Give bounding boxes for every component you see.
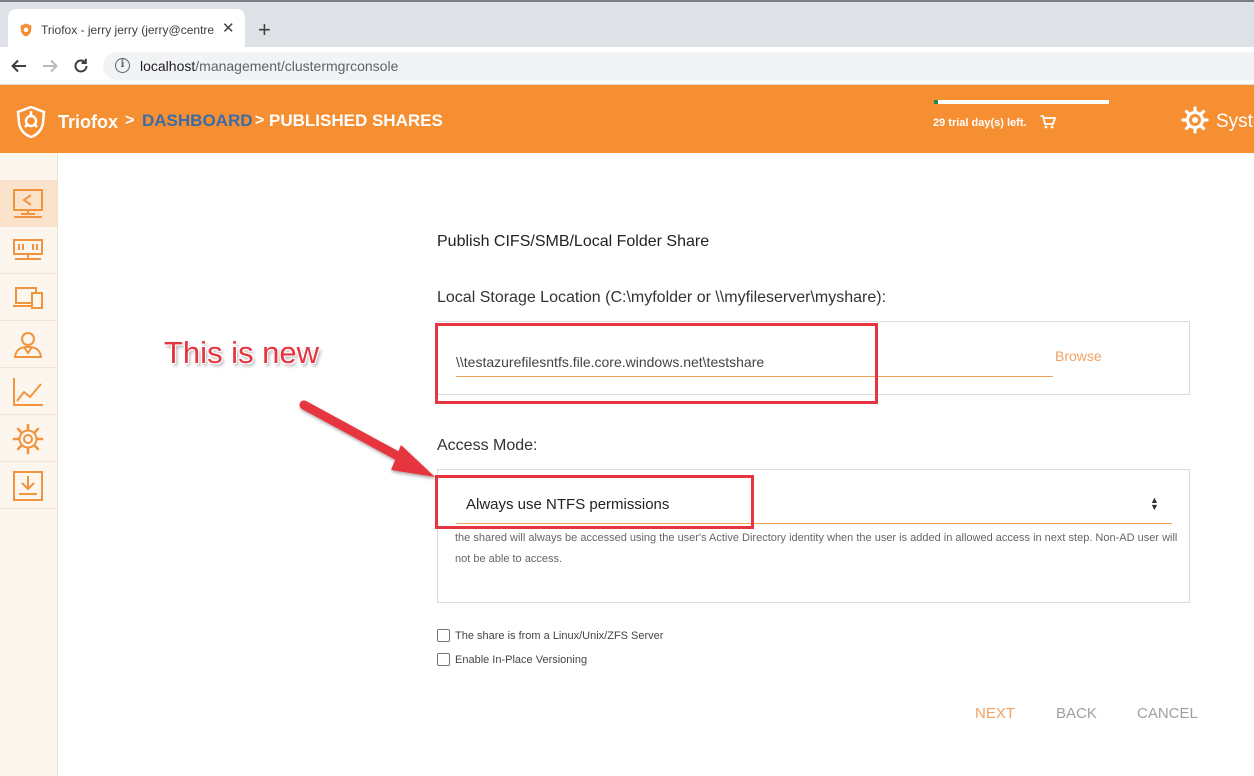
tab-title: Triofox - jerry jerry (jerry@centre xyxy=(41,23,215,37)
annotation-highlight-storage xyxy=(435,323,878,404)
system-gear-icon[interactable] xyxy=(1181,106,1209,134)
back-arrow-icon[interactable] xyxy=(10,57,28,75)
annotation-label: This is new xyxy=(164,335,320,370)
sidebar-item-downloads[interactable] xyxy=(0,462,57,509)
linux-share-checkbox[interactable] xyxy=(437,629,450,642)
server-icon xyxy=(13,239,43,260)
system-menu-label[interactable]: Syste xyxy=(1216,111,1254,133)
chart-icon xyxy=(13,378,43,406)
site-info-icon[interactable]: i xyxy=(115,58,130,73)
annotation-arrow-icon xyxy=(299,400,435,477)
sidebar-item-users[interactable] xyxy=(0,321,57,368)
access-mode-label: Access Mode: xyxy=(437,437,538,454)
back-button[interactable]: BACK xyxy=(1056,705,1097,722)
triofox-logo-icon xyxy=(16,106,46,138)
select-arrows-icon: ▲ ▼ xyxy=(1150,495,1159,512)
triofox-favicon-icon xyxy=(20,23,32,37)
share-screen-icon xyxy=(13,189,43,218)
breadcrumb-separator: > xyxy=(255,112,265,129)
versioning-checkbox[interactable] xyxy=(437,653,450,666)
url-text: localhost/management/clustermgrconsole xyxy=(140,58,398,74)
sidebar-item-settings[interactable] xyxy=(0,415,57,462)
reload-icon[interactable] xyxy=(72,57,90,75)
browser-tab-bar: Triofox - jerry jerry (jerry@centre ✕ + xyxy=(0,0,1254,49)
users-icon xyxy=(13,332,43,358)
form-title: Publish CIFS/SMB/Local Folder Share xyxy=(437,233,710,250)
download-icon xyxy=(13,471,43,501)
url-path: /management/clustermgrconsole xyxy=(195,58,399,74)
trial-progress-bar xyxy=(934,100,1109,104)
devices-icon xyxy=(13,287,43,309)
breadcrumb-dashboard-link[interactable]: DASHBOARD xyxy=(142,111,253,131)
breadcrumb-separator: > xyxy=(125,112,135,129)
app-header: Triofox > DASHBOARD > PUBLISHED SHARES 2… xyxy=(0,85,1254,153)
sidebar xyxy=(0,153,58,776)
tab-close-icon[interactable]: ✕ xyxy=(222,20,235,38)
linux-share-checkbox-label: The share is from a Linux/Unix/ZFS Serve… xyxy=(455,630,664,642)
screenshot-root: Triofox - jerry jerry (jerry@centre ✕ + … xyxy=(0,0,1254,776)
annotation-highlight-access-mode xyxy=(435,475,754,529)
access-mode-help-text: the shared will always be accessed using… xyxy=(455,532,1178,565)
cancel-button[interactable]: CANCEL xyxy=(1137,705,1198,722)
new-tab-icon[interactable]: + xyxy=(258,19,271,41)
browser-address-bar: i localhost/management/clustermgrconsole xyxy=(0,47,1254,85)
browser-tab[interactable]: Triofox - jerry jerry (jerry@centre ✕ xyxy=(8,9,245,49)
storage-location-label: Local Storage Location (C:\myfolder or \… xyxy=(437,289,887,306)
versioning-checkbox-label: Enable In-Place Versioning xyxy=(455,654,588,666)
browse-button[interactable]: Browse xyxy=(1055,348,1102,364)
gear-icon xyxy=(12,423,44,455)
brand-name[interactable]: Triofox xyxy=(58,112,118,133)
trial-progress-fill xyxy=(934,100,938,104)
sidebar-item-servers[interactable] xyxy=(0,227,57,274)
url-field[interactable]: i localhost/management/clustermgrconsole xyxy=(103,52,1254,80)
sidebar-item-devices[interactable] xyxy=(0,274,57,321)
forward-arrow-icon[interactable] xyxy=(41,57,59,75)
next-button[interactable]: NEXT xyxy=(975,705,1015,722)
cart-icon[interactable] xyxy=(1040,115,1056,129)
sidebar-item-reports[interactable] xyxy=(0,368,57,415)
sidebar-item-shares[interactable] xyxy=(0,180,57,227)
trial-days-text: 29 trial day(s) left. xyxy=(933,117,1027,129)
url-host: localhost xyxy=(140,58,196,74)
breadcrumb-current-page: PUBLISHED SHARES xyxy=(269,111,443,130)
